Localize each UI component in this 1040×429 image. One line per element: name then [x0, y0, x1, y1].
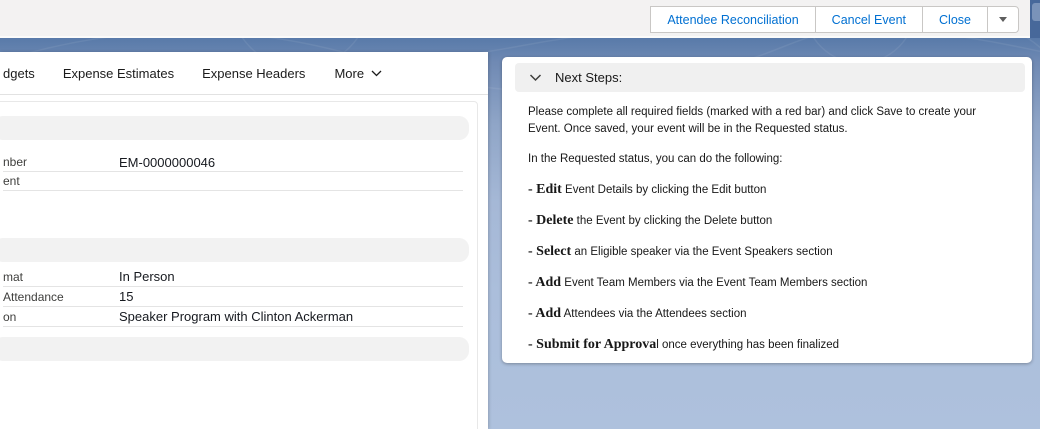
next-steps-title: Next Steps:: [555, 70, 622, 85]
right-edge-panel: [1030, 0, 1040, 38]
docked-panel-tab[interactable]: [1032, 3, 1040, 21]
field-label: on: [3, 310, 119, 324]
related-list-tabs: dgets Expense Estimates Expense Headers …: [0, 52, 488, 95]
section-header-bar[interactable]: [0, 238, 469, 262]
tab-expense-headers[interactable]: Expense Headers: [202, 66, 305, 81]
action-button[interactable]: Attendee Reconciliation: [650, 6, 815, 33]
next-steps-item: - Select an Eligible speaker via the Eve…: [528, 243, 994, 261]
action-button[interactable]: Close: [922, 6, 988, 33]
section-header-bar[interactable]: [0, 116, 469, 140]
next-steps-intro: Please complete all required fields (mar…: [528, 104, 994, 138]
field-row: on Speaker Program with Clinton Ackerman: [3, 307, 463, 327]
chevron-down-icon: [371, 70, 382, 77]
next-steps-list: - Edit Event Details by clicking the Edi…: [528, 181, 994, 354]
next-steps-card: Next Steps: Please complete all required…: [502, 57, 1032, 363]
tab-more-label: More: [334, 66, 364, 81]
tab-expense-estimates[interactable]: Expense Estimates: [63, 66, 174, 81]
field-value: 15: [119, 289, 133, 304]
action-bar: Attendee Reconciliation Cancel Event Clo…: [0, 0, 1030, 38]
next-steps-item-detail: Event Team Members via the Event Team Me…: [561, 277, 867, 289]
record-detail-panel: dgets Expense Estimates Expense Headers …: [0, 52, 488, 429]
tab-budgets[interactable]: dgets: [3, 66, 35, 81]
record-action-buttons: Attendee Reconciliation Cancel Event Clo…: [651, 6, 1019, 33]
next-steps-content: Please complete all required fields (mar…: [528, 104, 994, 354]
next-steps-item: - Submit for Approval once everything ha…: [528, 336, 994, 354]
chevron-down-icon: [529, 74, 542, 82]
field-value: Speaker Program with Clinton Ackerman: [119, 309, 353, 324]
next-steps-item-action: - Submit for Approva: [528, 337, 656, 352]
action-button[interactable]: Cancel Event: [815, 6, 923, 33]
field-value: In Person: [119, 269, 175, 284]
field-row: mat In Person: [3, 267, 463, 287]
next-steps-item-detail: the Event by clicking the Delete button: [573, 215, 772, 227]
field-row: ent: [3, 172, 463, 191]
next-steps-item-action: - Add: [528, 275, 561, 290]
field-label: Attendance: [3, 290, 119, 304]
caret-down-icon: [999, 17, 1007, 22]
next-steps-item: - Edit Event Details by clicking the Edi…: [528, 181, 994, 199]
section-header-bar[interactable]: [0, 337, 469, 361]
field-label: mat: [3, 270, 119, 284]
next-steps-item-detail: Attendees via the Attendees section: [561, 308, 746, 320]
field-value: EM-0000000046: [119, 155, 215, 170]
more-actions-dropdown-button[interactable]: [987, 6, 1019, 33]
next-steps-item: - Add Attendees via the Attendees sectio…: [528, 305, 994, 323]
next-steps-item-action: - Delete: [528, 213, 573, 228]
next-steps-item-detail: l once everything has been finalized: [656, 339, 839, 351]
field-label: nber: [3, 155, 119, 169]
field-row: Attendance 15: [3, 287, 463, 307]
page: Attendee Reconciliation Cancel Event Clo…: [0, 0, 1040, 429]
next-steps-item-detail: an Eligible speaker via the Event Speake…: [571, 246, 832, 258]
next-steps-item-action: - Select: [528, 244, 571, 259]
record-details-card: nber EM-0000000046 ent mat In Person: [0, 101, 478, 429]
next-steps-header[interactable]: Next Steps:: [515, 63, 1025, 92]
next-steps-item: - Add Event Team Members via the Event T…: [528, 274, 994, 292]
field-group-information: nber EM-0000000046 ent: [3, 153, 463, 191]
next-steps-item: - Delete the Event by clicking the Delet…: [528, 212, 994, 230]
tab-more[interactable]: More: [334, 66, 382, 81]
next-steps-item-detail: Event Details by clicking the Edit butto…: [562, 184, 767, 196]
next-steps-status-line: In the Requested status, you can do the …: [528, 151, 994, 168]
field-label: ent: [3, 174, 119, 188]
next-steps-item-action: - Add: [528, 306, 561, 321]
field-row: nber EM-0000000046: [3, 153, 463, 172]
next-steps-item-action: - Edit: [528, 182, 562, 197]
field-group-event-details: mat In Person Attendance 15 on Speaker P…: [3, 267, 463, 327]
